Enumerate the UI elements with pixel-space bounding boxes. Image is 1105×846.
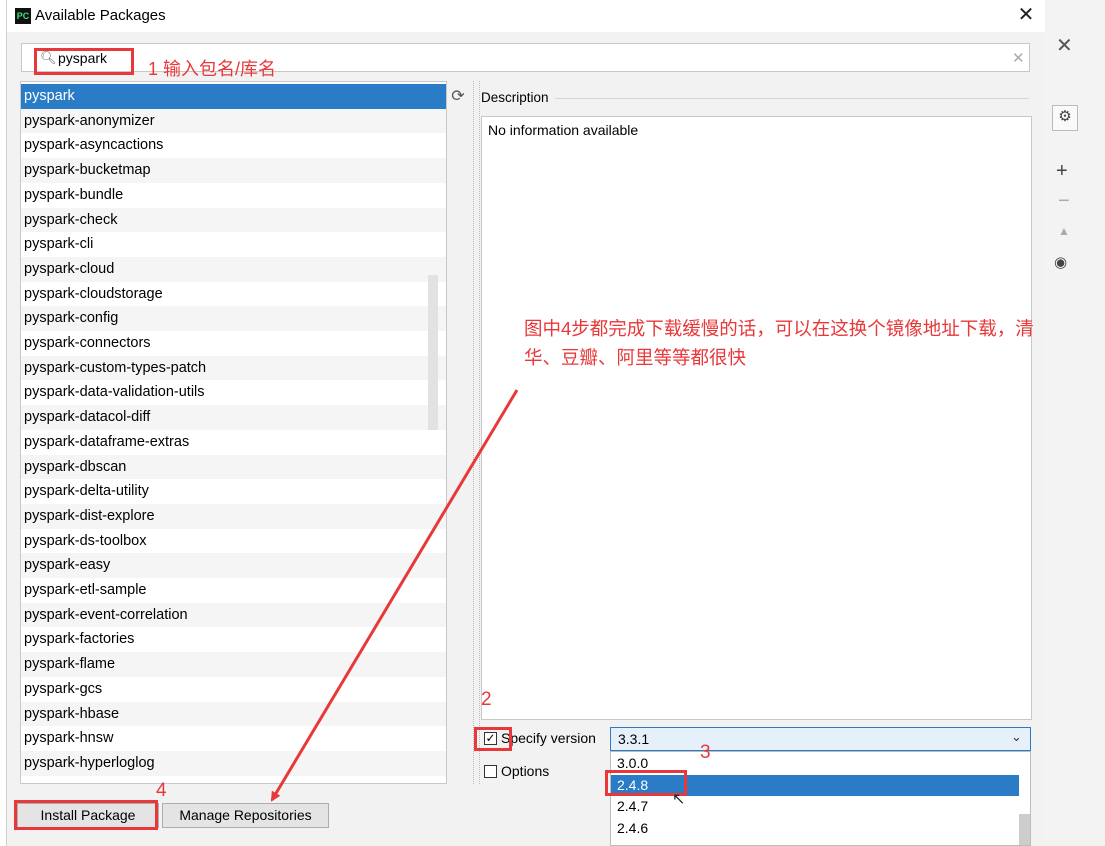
mouse-cursor-icon: ↖ <box>672 791 686 808</box>
annotation-arrow <box>270 389 519 802</box>
